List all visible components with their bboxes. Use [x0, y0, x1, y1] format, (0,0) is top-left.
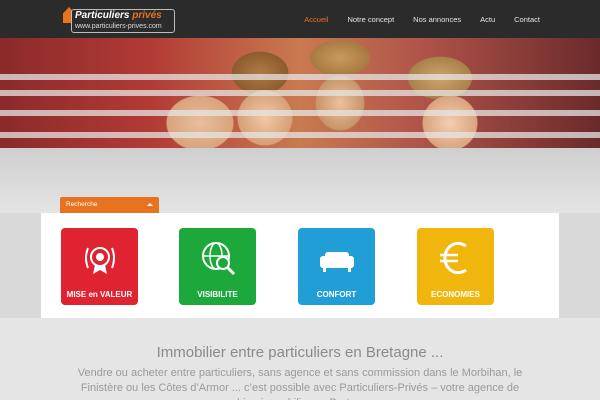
feature-economies[interactable]: ECONOMIES [417, 228, 494, 305]
intro-section: Immobilier entre particuliers en Bretagn… [0, 318, 600, 400]
euro-icon [440, 241, 467, 275]
feature-confort[interactable]: CONFORT [298, 228, 375, 305]
hero-slice [0, 110, 600, 116]
hero-slice [0, 90, 600, 96]
logo-title-main: Particuliers [75, 10, 133, 21]
feature-label: VISIBILITE [197, 290, 238, 299]
site-header: Particuliers privés www.particuliers-pri… [0, 0, 600, 38]
nav-item-actu[interactable]: Actu [480, 15, 495, 24]
search-label: Recherche [66, 201, 98, 208]
caret-up-icon [147, 203, 153, 206]
features-panel: MISE en VALEUR VISIBILITE CONFORT ECONOM… [41, 213, 559, 318]
feature-visibilite[interactable]: VISIBILITE [179, 228, 256, 305]
logo-url: www.particuliers-prives.com [75, 23, 162, 30]
hero-slice [0, 132, 600, 138]
nav-item-contact[interactable]: Contact [514, 15, 540, 24]
logo-title: Particuliers privés [75, 10, 162, 21]
feature-label: CONFORT [316, 290, 357, 299]
intro-text: Vendre ou acheter entre particuliers, sa… [77, 367, 523, 400]
search-toggle[interactable]: Recherche [60, 197, 159, 213]
nav-item-notre-concept[interactable]: Notre concept [347, 15, 394, 24]
site-logo[interactable]: Particuliers privés www.particuliers-pri… [63, 5, 175, 33]
hero-slice [0, 74, 600, 80]
sofa-icon [320, 252, 354, 272]
feature-label: ECONOMIES [431, 290, 480, 299]
globe-search-icon [202, 242, 236, 276]
feature-label: MISE en VALEUR [66, 290, 133, 299]
medal-icon [85, 247, 115, 274]
logo-title-accent: privés [132, 10, 162, 21]
nav-item-nos-annonces[interactable]: Nos annonces [413, 15, 461, 24]
main-nav: Accueil Notre concept Nos annonces Actu … [304, 0, 600, 38]
nav-item-accueil[interactable]: Accueil [304, 15, 328, 24]
hero-banner [0, 38, 600, 213]
intro-title: Immobilier entre particuliers en Bretagn… [156, 344, 444, 361]
feature-mise-en-valeur[interactable]: MISE en VALEUR [61, 228, 138, 305]
